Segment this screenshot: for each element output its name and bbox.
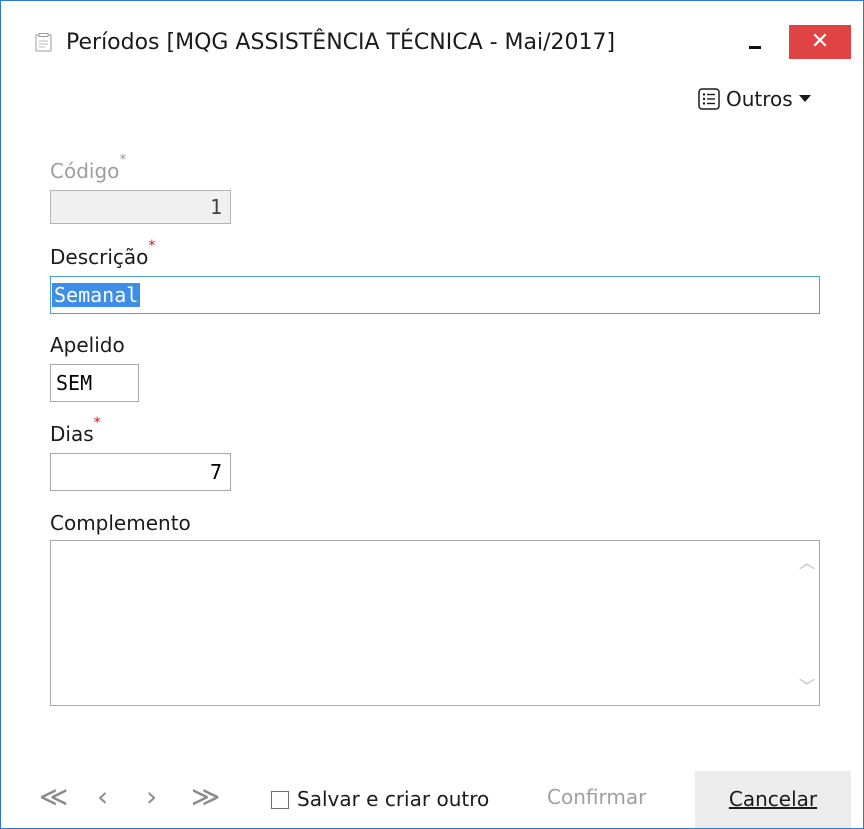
first-record-icon[interactable]: ≪ [39, 779, 68, 815]
required-mark: * [119, 152, 127, 168]
dialog-window: Períodos [MQG ASSISTÊNCIA TÉCNICA - Mai/… [0, 0, 864, 829]
required-mark: * [93, 415, 101, 431]
scroll-up-icon[interactable]: ︿ [795, 551, 819, 575]
dias-value: 7 [209, 460, 222, 484]
complemento-textarea[interactable]: ︿ ﹀ [50, 540, 820, 706]
last-record-icon[interactable]: ≫ [191, 779, 220, 815]
scroll-down-icon[interactable]: ﹀ [795, 675, 819, 699]
salvar-criar-outro-label[interactable]: Salvar e criar outro [297, 787, 489, 811]
codigo-label: Código * [50, 152, 126, 183]
minimize-button[interactable] [741, 29, 771, 55]
list-icon [698, 88, 720, 110]
complemento-scrollbar[interactable]: ︿ ﹀ [795, 541, 819, 705]
descricao-value: Semanal [52, 283, 141, 307]
descricao-label-text: Descrição [50, 245, 149, 269]
footer-bar: ≪ ‹ › ≫ Salvar e criar outro Confirmar C… [1, 771, 863, 828]
dias-field[interactable]: 7 [50, 453, 231, 491]
apelido-label-text: Apelido [50, 333, 125, 357]
app-icon [35, 33, 52, 52]
salvar-criar-outro-checkbox[interactable] [271, 791, 289, 809]
confirm-button[interactable]: Confirmar [547, 785, 646, 809]
required-mark: * [148, 238, 156, 254]
close-icon: ✕ [810, 29, 830, 54]
apelido-field[interactable]: SEM [50, 364, 139, 402]
window-title: Períodos [MQG ASSISTÊNCIA TÉCNICA - Mai/… [66, 30, 616, 55]
descricao-field[interactable]: Semanal [50, 276, 820, 314]
codigo-value: 1 [209, 195, 222, 219]
apelido-label: Apelido [50, 333, 125, 357]
title-bar[interactable]: Períodos [MQG ASSISTÊNCIA TÉCNICA - Mai/… [1, 1, 863, 81]
codigo-label-text: Código [50, 159, 120, 183]
cancel-button[interactable]: Cancelar [695, 771, 851, 828]
complemento-label: Complemento [50, 511, 191, 535]
next-record-icon[interactable]: › [146, 779, 157, 815]
dias-label: Dias * [50, 415, 101, 446]
descricao-label: Descrição * [50, 238, 155, 269]
dias-label-text: Dias [50, 422, 94, 446]
apelido-value: SEM [56, 371, 93, 395]
outros-label: Outros [726, 87, 793, 111]
close-button[interactable]: ✕ [789, 25, 851, 59]
cancel-label: Cancelar [728, 787, 818, 811]
previous-record-icon[interactable]: ‹ [97, 779, 108, 815]
outros-menu-button[interactable]: Outros [698, 83, 811, 115]
complemento-label-text: Complemento [50, 511, 191, 535]
caret-down-icon [798, 95, 811, 102]
codigo-field: 1 [50, 190, 231, 224]
